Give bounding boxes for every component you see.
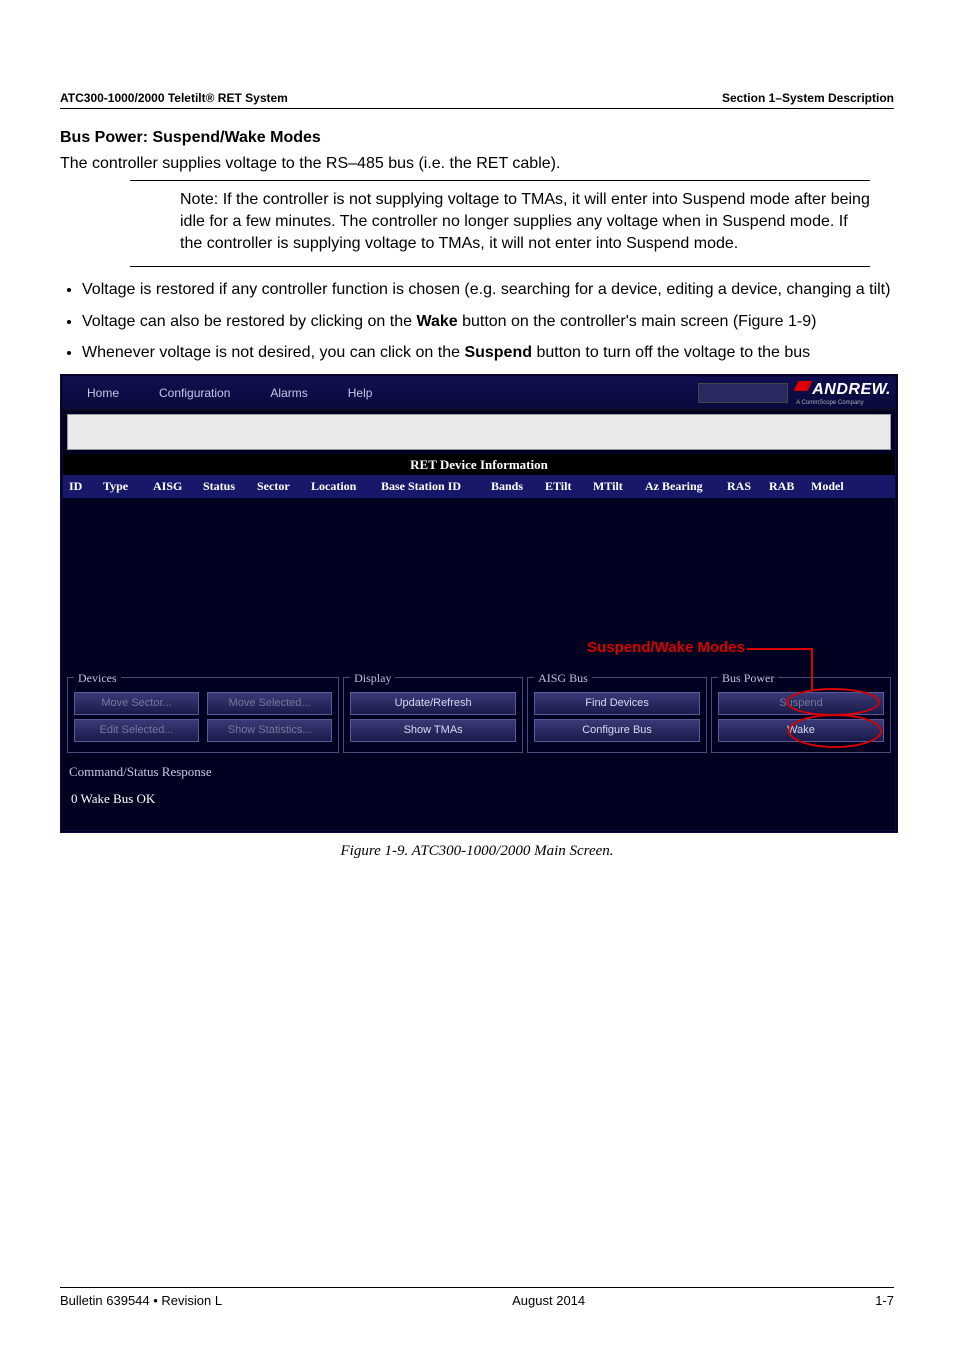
col-mtilt[interactable]: MTilt bbox=[593, 478, 635, 494]
bullet-2: Voltage can also be restored by clicking… bbox=[82, 311, 894, 333]
col-type[interactable]: Type bbox=[103, 478, 143, 494]
col-sector[interactable]: Sector bbox=[257, 478, 301, 494]
bullet-list: Voltage is restored if any controller fu… bbox=[82, 279, 894, 364]
note-block: Note: If the controller is not supplying… bbox=[130, 180, 870, 267]
col-base-station-id[interactable]: Base Station ID bbox=[381, 478, 481, 494]
group-aisg-bus: AISG Bus Find Devices Configure Bus bbox=[527, 670, 707, 753]
suspend-wake-callout: Suspend/Wake Modes bbox=[63, 638, 895, 662]
intro-paragraph: The controller supplies voltage to the R… bbox=[60, 153, 894, 175]
menu-configuration[interactable]: Configuration bbox=[139, 381, 250, 405]
col-rab[interactable]: RAB bbox=[769, 478, 801, 494]
show-statistics-button[interactable]: Show Statistics... bbox=[207, 719, 332, 742]
group-aisg-bus-legend: AISG Bus bbox=[534, 670, 592, 686]
command-status-body: 0 Wake Bus OK bbox=[69, 780, 889, 824]
header-right: Section 1–System Description bbox=[722, 90, 894, 106]
section-heading: Bus Power: Suspend/Wake Modes bbox=[60, 127, 894, 149]
move-selected-button[interactable]: Move Selected... bbox=[207, 692, 332, 715]
group-devices-legend: Devices bbox=[74, 670, 121, 686]
col-etilt[interactable]: ETilt bbox=[545, 478, 583, 494]
suspend-button[interactable]: Suspend bbox=[718, 692, 884, 715]
command-status-title: Command/Status Response bbox=[69, 763, 889, 781]
show-tmas-button[interactable]: Show TMAs bbox=[350, 719, 516, 742]
brand-area: ANDREW. A CommScope Company bbox=[698, 379, 891, 407]
move-sector-button[interactable]: Move Sector... bbox=[74, 692, 199, 715]
callout-line-icon bbox=[747, 648, 813, 650]
grid-columns: ID Type AISG Status Sector Location Base… bbox=[63, 475, 895, 497]
menu-help[interactable]: Help bbox=[328, 381, 393, 405]
update-refresh-button[interactable]: Update/Refresh bbox=[350, 692, 516, 715]
footer-right: 1-7 bbox=[875, 1292, 894, 1310]
running-header: ATC300-1000/2000 Teletilt® RET System Se… bbox=[60, 90, 894, 109]
callout-label-modes: Modes bbox=[693, 639, 745, 656]
col-bands[interactable]: Bands bbox=[491, 478, 535, 494]
brand-chip-icon bbox=[698, 383, 788, 403]
col-aisg[interactable]: AISG bbox=[153, 478, 193, 494]
footer-center: August 2014 bbox=[512, 1292, 585, 1310]
page-footer: Bulletin 639544 • Revision L August 2014… bbox=[60, 1287, 894, 1310]
col-id[interactable]: ID bbox=[69, 478, 93, 494]
bullet-3-bold: Suspend bbox=[464, 344, 532, 361]
col-az-bearing[interactable]: Az Bearing bbox=[645, 478, 717, 494]
figure-caption: Figure 1-9. ATC300-1000/2000 Main Screen… bbox=[60, 841, 894, 861]
wake-button[interactable]: Wake bbox=[718, 719, 884, 742]
brand-logo: ANDREW. bbox=[796, 379, 891, 401]
command-status-panel: Command/Status Response 0 Wake Bus OK bbox=[63, 757, 895, 830]
app-window: Home Configuration Alarms Help ANDREW. A… bbox=[60, 374, 898, 833]
menubar: Home Configuration Alarms Help ANDREW. A… bbox=[63, 377, 895, 410]
group-devices: Devices Move Sector... Edit Selected... … bbox=[67, 670, 339, 753]
group-bus-power-legend: Bus Power bbox=[718, 670, 778, 686]
bullet-2-post: button on the controller's main screen (… bbox=[458, 313, 817, 330]
configure-bus-button[interactable]: Configure Bus bbox=[534, 719, 700, 742]
note-text: Note: If the controller is not supplying… bbox=[180, 191, 870, 251]
edit-selected-button[interactable]: Edit Selected... bbox=[74, 719, 199, 742]
group-display-legend: Display bbox=[350, 670, 395, 686]
bullet-3-post: button to turn off the voltage to the bu… bbox=[532, 344, 810, 361]
col-status[interactable]: Status bbox=[203, 478, 247, 494]
grid-body-empty bbox=[63, 498, 895, 638]
bullet-2-pre: Voltage can also be restored by clicking… bbox=[82, 313, 416, 330]
col-model[interactable]: Model bbox=[811, 478, 844, 494]
menu-alarms[interactable]: Alarms bbox=[250, 381, 327, 405]
menu-home[interactable]: Home bbox=[67, 381, 139, 405]
callout-label-sw: Suspend/Wake bbox=[587, 639, 693, 656]
toolbar-strip bbox=[67, 414, 891, 450]
header-left: ATC300-1000/2000 Teletilt® RET System bbox=[60, 90, 288, 106]
bullet-3: Whenever voltage is not desired, you can… bbox=[82, 342, 894, 364]
bullet-2-bold: Wake bbox=[416, 313, 457, 330]
col-location[interactable]: Location bbox=[311, 478, 371, 494]
bullet-1: Voltage is restored if any controller fu… bbox=[82, 279, 894, 301]
bullet-3-pre: Whenever voltage is not desired, you can… bbox=[82, 344, 464, 361]
group-bus-power: Bus Power Suspend Wake bbox=[711, 670, 891, 753]
group-display: Display Update/Refresh Show TMAs bbox=[343, 670, 523, 753]
col-ras[interactable]: RAS bbox=[727, 478, 759, 494]
grid-title: RET Device Information bbox=[63, 454, 895, 476]
find-devices-button[interactable]: Find Devices bbox=[534, 692, 700, 715]
footer-left: Bulletin 639544 • Revision L bbox=[60, 1292, 222, 1310]
